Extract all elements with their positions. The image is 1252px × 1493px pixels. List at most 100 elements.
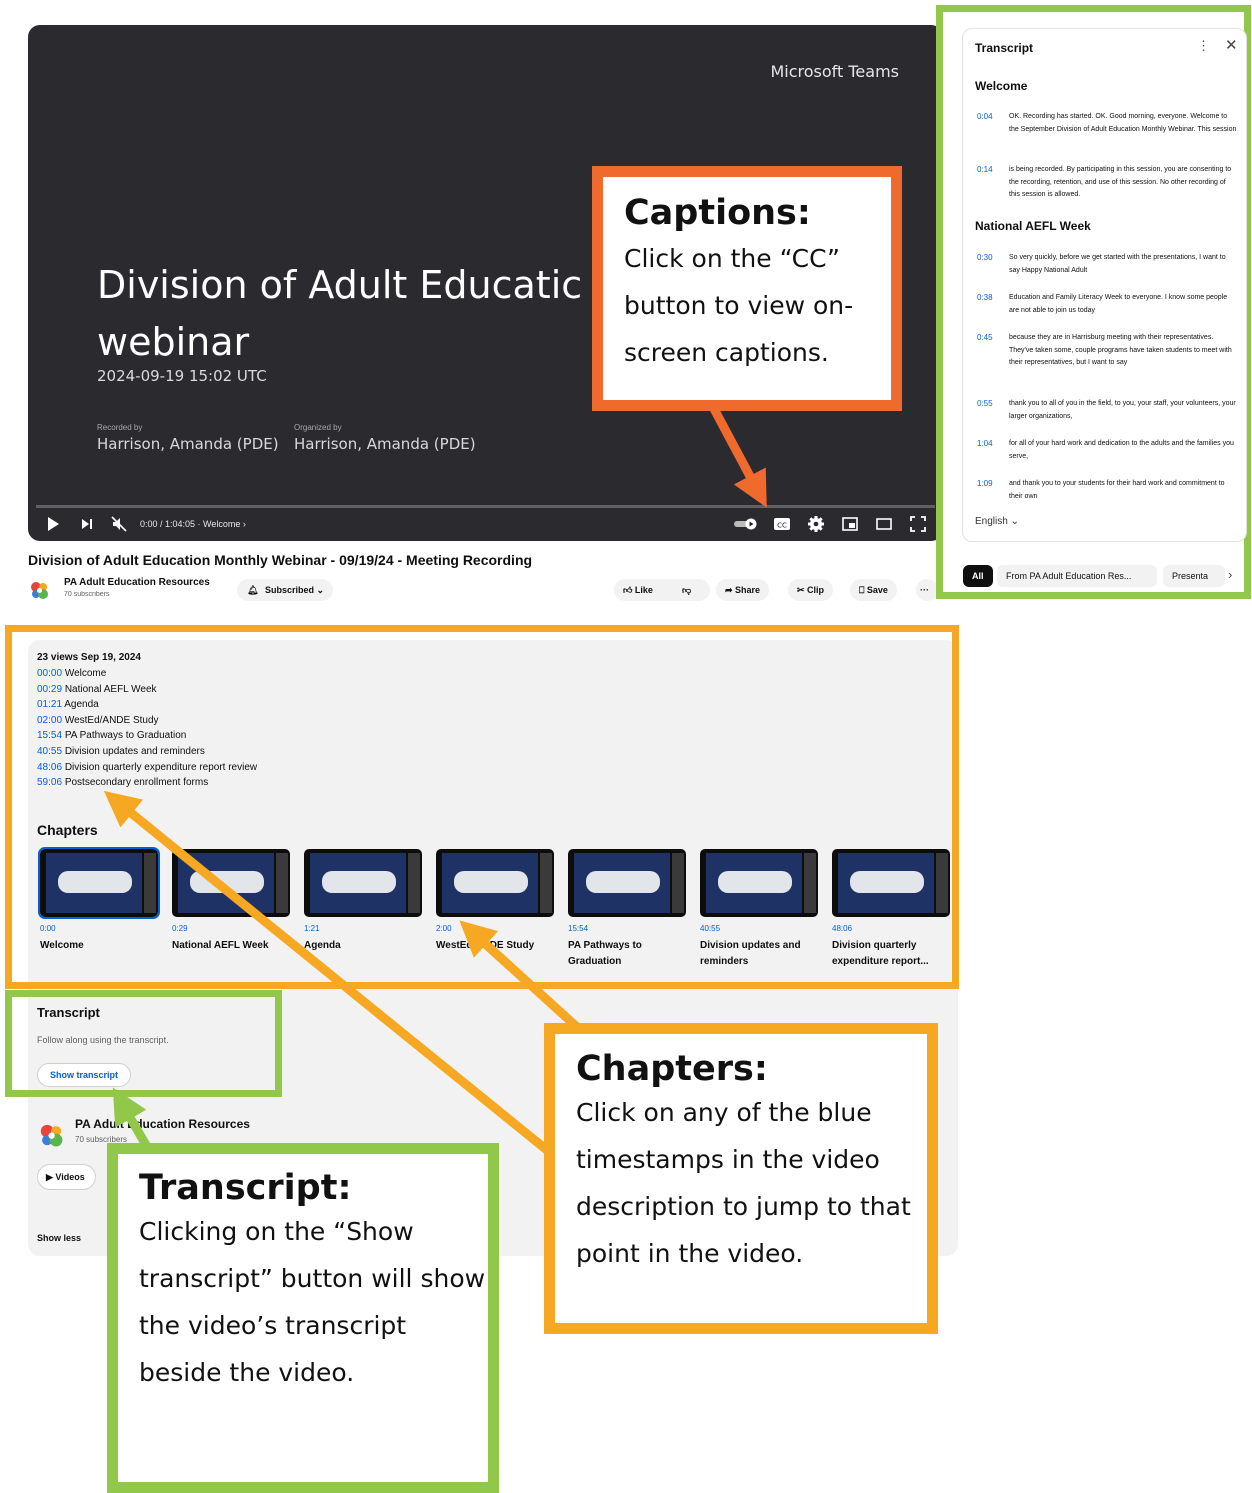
channel-avatar-icon[interactable]	[37, 1121, 65, 1149]
chapter-card[interactable]: 0:00 Welcome	[38, 847, 160, 954]
chapter-title[interactable]: PA Pathways to Graduation	[568, 938, 688, 970]
chapter-thumbnail[interactable]	[832, 849, 950, 917]
timestamp-link[interactable]: 48:06	[37, 762, 62, 773]
videos-button[interactable]: ▶︎ Videos	[37, 1164, 96, 1190]
chapter-thumbnail[interactable]	[38, 847, 160, 919]
transcript-segment[interactable]: 0:14 is being recorded. By participating …	[975, 164, 1237, 202]
segment-timestamp[interactable]: 0:04	[977, 111, 993, 124]
settings-icon[interactable]	[807, 515, 825, 533]
timestamp-link[interactable]: 40:55	[37, 746, 62, 757]
channel-row: PA Adult Education Resources 70 subscrib…	[28, 577, 943, 607]
transcript-segment[interactable]: 0:55 thank you to all of you in the field…	[975, 398, 1237, 423]
theater-icon[interactable]	[875, 515, 893, 533]
show-transcript-button[interactable]: Show transcript	[37, 1063, 132, 1087]
videos-label: Videos	[55, 1172, 85, 1182]
chevron-right-icon[interactable]: ›	[1228, 567, 1232, 582]
transcript-segment[interactable]: 1:04 for all of your hard work and dedica…	[975, 438, 1237, 463]
transcript-callout: Transcript: Clicking on the “Show transc…	[107, 1143, 499, 1493]
transcript-panel: Transcript ⋮ ✕ Welcome 0:04 OK. Recording…	[962, 28, 1247, 542]
chapter-card[interactable]: 48:06 Division quarterly expenditure repo…	[832, 849, 952, 970]
next-icon[interactable]	[78, 515, 96, 533]
transcript-segment[interactable]: 0:04 OK. Recording has started. OK. Good …	[975, 111, 1237, 136]
chapter-timestamp[interactable]: 0:29	[172, 924, 292, 933]
timestamp-link[interactable]: 15:54	[37, 730, 62, 741]
segment-timestamp[interactable]: 0:55	[977, 398, 993, 411]
clip-button[interactable]: ✂ Clip	[788, 579, 834, 601]
chapter-title[interactable]: WestEd/ANDE Study	[436, 938, 556, 954]
chapter-thumbnail[interactable]	[172, 849, 290, 917]
mute-icon[interactable]	[110, 515, 128, 533]
share-button[interactable]: ➦ Share	[716, 579, 770, 601]
chapter-thumbnail[interactable]	[568, 849, 686, 917]
segment-timestamp[interactable]: 1:09	[977, 478, 993, 491]
transcript-segment[interactable]: 0:45 because they are in Harrisburg meeti…	[975, 332, 1237, 370]
dislike-icon[interactable]: 👎︎	[682, 579, 691, 601]
transcript-segment[interactable]: 1:09 and thank you to your students for t…	[975, 478, 1237, 503]
chapter-timestamp[interactable]: 1:21	[304, 924, 424, 933]
segment-timestamp[interactable]: 0:14	[977, 164, 993, 177]
chapter-timestamp[interactable]: 40:55	[700, 924, 820, 933]
chapter-thumbnail[interactable]	[700, 849, 818, 917]
more-actions-button[interactable]: ···	[916, 579, 938, 601]
callout-body: Clicking on the “Show transcript” button…	[139, 1217, 486, 1387]
chapter-card[interactable]: 2:00 WestEd/ANDE Study	[436, 849, 556, 954]
transcript-segment[interactable]: 0:38 Education and Family Literacy Week t…	[975, 292, 1237, 317]
language-selector[interactable]: English ⌄	[975, 516, 1019, 527]
close-icon[interactable]: ✕	[1225, 36, 1238, 54]
timestamp-link[interactable]: 59:06	[37, 777, 62, 788]
subscribed-label: Subscribed	[265, 585, 315, 595]
chapter-title[interactable]: Agenda	[304, 938, 424, 954]
chip-from-channel[interactable]: From PA Adult Education Res...	[997, 565, 1157, 587]
timestamp-link[interactable]: 00:00	[37, 668, 62, 679]
chapter-card[interactable]: 0:29 National AEFL Week	[172, 849, 292, 954]
timestamp-link[interactable]: 00:29	[37, 684, 62, 695]
timestamp-link[interactable]: 01:21	[37, 699, 62, 710]
channel-avatar-icon[interactable]	[28, 579, 50, 601]
segment-timestamp[interactable]: 0:38	[977, 292, 993, 305]
chapter-card[interactable]: 15:54 PA Pathways to Graduation	[568, 849, 688, 970]
chapter-timestamp[interactable]: 48:06	[832, 924, 952, 933]
chip-presentations[interactable]: Presenta	[1163, 565, 1225, 587]
segment-timestamp[interactable]: 0:30	[977, 252, 993, 265]
recorded-by: Recorded by Harrison, Amanda (PDE)	[97, 423, 279, 453]
like-label[interactable]: Like	[635, 585, 653, 595]
chapter-title[interactable]: National AEFL Week	[172, 938, 292, 954]
share-label: Share	[735, 585, 761, 595]
miniplayer-icon[interactable]	[841, 515, 859, 533]
chapter-title[interactable]: Welcome	[40, 938, 160, 954]
save-button[interactable]: ⎕ Save	[850, 579, 897, 601]
show-less-button[interactable]: Show less	[37, 1233, 81, 1243]
autoplay-toggle-icon[interactable]	[733, 515, 759, 533]
chapter-card[interactable]: 1:21 Agenda	[304, 849, 424, 954]
chapter-title[interactable]: Division quarterly expenditure report...	[832, 938, 952, 970]
like-icon[interactable]: 👍︎	[623, 585, 632, 595]
more-vert-icon[interactable]: ⋮	[1197, 38, 1210, 54]
brand-label: Microsoft Teams	[770, 62, 899, 81]
fullscreen-icon[interactable]	[909, 515, 927, 533]
subscribed-button[interactable]: 🔔︎ Subscribed ⌄	[237, 579, 334, 601]
chapter-card[interactable]: 40:55 Division updates and reminders	[700, 849, 820, 970]
segment-timestamp[interactable]: 0:45	[977, 332, 993, 345]
recorded-by-name: Harrison, Amanda (PDE)	[97, 435, 279, 453]
segment-timestamp[interactable]: 1:04	[977, 438, 993, 451]
segment-text: Education and Family Literacy Week to ev…	[1009, 294, 1228, 314]
chapter-thumbnail[interactable]	[436, 849, 554, 917]
player-controls: 0:00 / 1:04:05 · Welcome › CC	[28, 507, 943, 541]
chapter-timestamp[interactable]: 2:00	[436, 924, 556, 933]
chip-all[interactable]: All	[963, 565, 993, 587]
callout-body: Click on the “CC” button to view on-scre…	[624, 244, 854, 367]
transcript-segment[interactable]: 0:30 So very quickly, before we get start…	[975, 252, 1237, 277]
chapter-timestamp[interactable]: 0:00	[40, 924, 160, 933]
channel-name[interactable]: PA Adult Education Resources	[64, 577, 210, 588]
channel-name[interactable]: PA Adult Education Resources	[75, 1117, 250, 1131]
cc-icon[interactable]: CC	[773, 515, 791, 533]
chapter-title[interactable]: Division updates and reminders	[700, 938, 820, 970]
timestamp-link[interactable]: 02:00	[37, 715, 62, 726]
language-label: English	[975, 516, 1008, 527]
description-timestamp: 59:06 Postsecondary enrollment forms	[37, 777, 208, 788]
play-icon[interactable]	[44, 515, 62, 533]
bookmark-icon: ⎕	[859, 585, 867, 595]
chapter-timestamp[interactable]: 15:54	[568, 924, 688, 933]
chapter-thumbnail[interactable]	[304, 849, 422, 917]
chevron-down-icon: ⌄	[316, 585, 325, 595]
